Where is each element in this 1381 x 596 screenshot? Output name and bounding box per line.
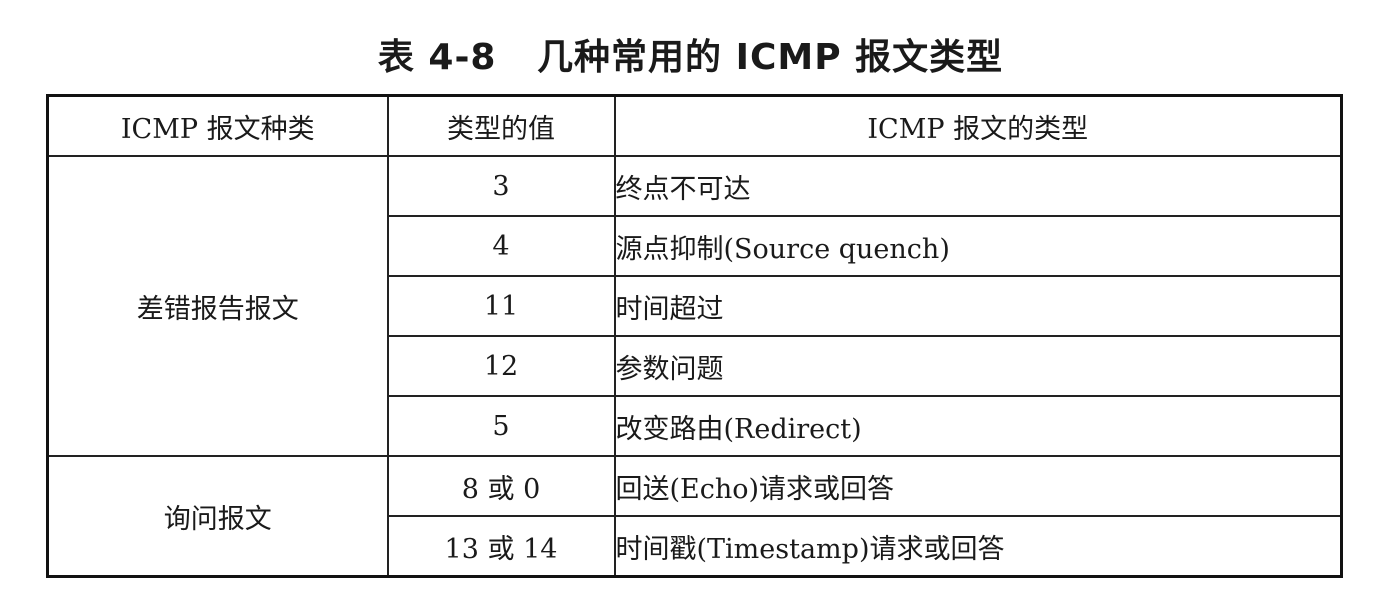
header-category: ICMP 报文种类 bbox=[46, 94, 389, 157]
table-caption: 表 4-8 几种常用的 ICMP 报文类型 bbox=[377, 37, 1004, 78]
type-description: 时间超过 bbox=[613, 275, 1343, 337]
type-description: 源点抑制(Source quench) bbox=[613, 215, 1343, 277]
type-value: 13 或 14 bbox=[386, 515, 616, 578]
type-description: 参数问题 bbox=[613, 335, 1343, 397]
header-value: 类型的值 bbox=[386, 94, 616, 157]
type-value: 5 bbox=[386, 395, 616, 457]
type-description: 时间戳(Timestamp)请求或回答 bbox=[613, 515, 1343, 578]
type-description: 终点不可达 bbox=[613, 155, 1343, 217]
type-value: 11 bbox=[386, 275, 616, 337]
type-description: 改变路由(Redirect) bbox=[613, 395, 1343, 457]
type-description: 回送(Echo)请求或回答 bbox=[613, 455, 1343, 517]
table-row: 差错报告报文 3 终点不可达 bbox=[46, 155, 1343, 457]
type-value: 3 bbox=[386, 155, 616, 217]
type-value: 12 bbox=[386, 335, 616, 397]
type-value: 4 bbox=[386, 215, 616, 277]
type-value: 8 或 0 bbox=[386, 455, 616, 517]
icmp-message-types-table: ICMP 报文种类 类型的值 ICMP 报文的类型 差错报告报文 3 终点不可达… bbox=[46, 94, 1343, 578]
category-query: 询问报文 bbox=[46, 455, 389, 578]
header-row: ICMP 报文种类 类型的值 ICMP 报文的类型 bbox=[46, 94, 1343, 157]
category-error-report: 差错报告报文 bbox=[46, 155, 389, 457]
table-row: 询问报文 8 或 0 回送(Echo)请求或回答 bbox=[46, 455, 1343, 578]
header-type: ICMP 报文的类型 bbox=[613, 94, 1343, 157]
